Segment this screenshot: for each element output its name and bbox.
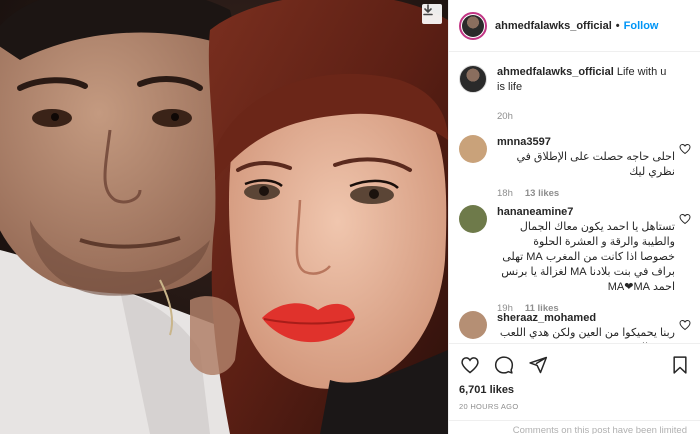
like-button[interactable] (459, 354, 481, 376)
caption-row: ahmedfalawks_official Life with u is lif… (459, 65, 691, 124)
post-photo[interactable] (0, 0, 448, 434)
comment-heart-icon[interactable] (679, 213, 691, 225)
share-icon (529, 356, 548, 374)
comment-username[interactable]: hananeamine7 (497, 206, 573, 218)
comment-heart-icon[interactable] (679, 143, 691, 155)
action-icons-row (459, 352, 691, 378)
download-icon (423, 4, 433, 16)
commenter-avatar[interactable] (459, 205, 487, 233)
caption-body: ahmedfalawks_official Life with u is lif… (497, 65, 675, 124)
commenter-avatar[interactable] (459, 311, 487, 339)
author-avatar[interactable] (459, 11, 487, 40)
post-header: ahmedfalawks_official • Follow (449, 0, 700, 52)
selfie-image (0, 0, 448, 434)
commenter-avatar[interactable] (459, 135, 487, 163)
comment-heart-icon[interactable] (679, 319, 691, 331)
caption-meta: 20h (497, 109, 675, 124)
follow-button[interactable]: Follow (624, 20, 659, 32)
share-button[interactable] (527, 354, 549, 376)
comment-row: hananeamine7 تستاهل يا احمد يكون معاك ال… (459, 205, 691, 316)
save-button[interactable] (669, 354, 691, 376)
comment-time[interactable]: 18h (497, 186, 513, 201)
comment-username[interactable]: mnna3597 (497, 136, 551, 148)
comments-section[interactable]: ahmedfalawks_official Life with u is lif… (449, 53, 700, 343)
bookmark-icon (673, 356, 687, 374)
instagram-post-view: ahmedfalawks_official • Follow ahmedfala… (0, 0, 700, 434)
likes-count[interactable]: 6,701 likes (459, 384, 691, 396)
post-actions: 6,701 likes 20 HOURS AGO (449, 343, 700, 411)
comment-meta: 18h 13 likes (497, 186, 675, 201)
comment-text: تستاهل يا احمد يكون معاك الجمال والطيبة … (501, 221, 675, 293)
comment-likes[interactable]: 13 likes (525, 186, 559, 201)
comment-text: احلى حاجه حصلت على الإطلاق في نظري ليك (516, 151, 675, 178)
comment-text: ربنا يحميكوا من العين ولكن هدي اللعب شوي… (499, 327, 675, 343)
caption-username[interactable]: ahmedfalawks_official (497, 66, 614, 78)
caption-avatar[interactable] (459, 65, 487, 93)
comment-icon (494, 356, 514, 374)
download-button[interactable] (422, 4, 442, 24)
comment-body: mnna3597 احلى حاجه حصلت على الإطلاق في ن… (497, 135, 675, 201)
post-side-panel: ahmedfalawks_official • Follow ahmedfala… (448, 0, 700, 434)
comment-row: sheraaz_mohamed ربنا يحميكوا من العين ول… (459, 311, 691, 343)
post-timestamp[interactable]: 20 HOURS AGO (459, 402, 691, 411)
comment-body: sheraaz_mohamed ربنا يحميكوا من العين ول… (497, 311, 675, 343)
comment-username[interactable]: sheraaz_mohamed (497, 312, 596, 324)
author-username[interactable]: ahmedfalawks_official (495, 20, 612, 32)
caption-time[interactable]: 20h (497, 109, 513, 124)
separator-dot: • (615, 19, 620, 32)
comment-body: hananeamine7 تستاهل يا احمد يكون معاك ال… (497, 205, 675, 316)
comments-limited-notice: Comments on this post have been limited (449, 420, 700, 434)
comment-row: mnna3597 احلى حاجه حصلت على الإطلاق في ن… (459, 135, 691, 201)
comment-button[interactable] (493, 354, 515, 376)
heart-icon (461, 357, 479, 374)
